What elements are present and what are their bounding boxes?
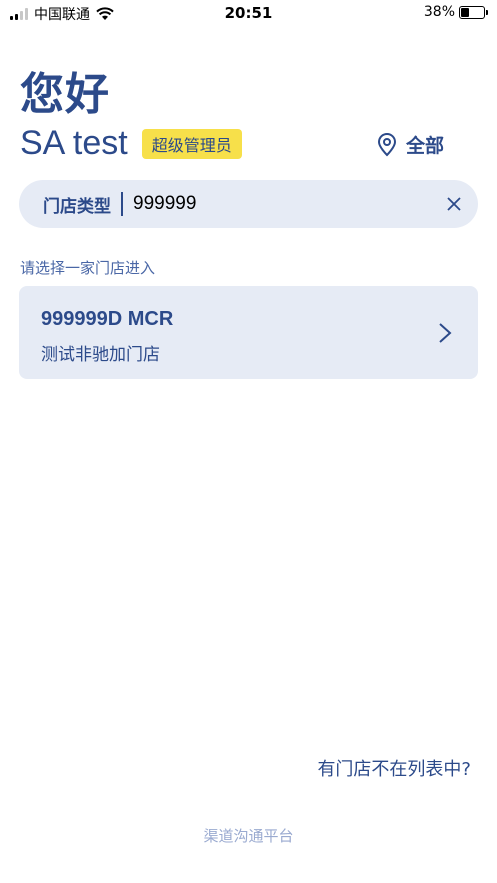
select-store-hint: 请选择一家门店进入 [20, 259, 156, 277]
battery-fill [461, 7, 469, 17]
battery-percent: 38% [423, 4, 455, 20]
status-right: 38% [423, 4, 488, 20]
search-type-label[interactable]: 门店类型 [43, 192, 111, 217]
search-input[interactable] [133, 193, 444, 215]
store-name: 测试非驰加门店 [41, 345, 160, 365]
battery-icon [459, 5, 488, 19]
chevron-right-icon [439, 323, 452, 343]
search-divider [121, 192, 123, 216]
role-badge: 超级管理员 [141, 128, 242, 159]
clock: 20:51 [224, 4, 273, 22]
footer-text: 渠道沟通平台 [203, 827, 294, 845]
missing-store-link[interactable]: 有门店不在列表中? [317, 755, 471, 781]
greeting-title: 您好 [20, 69, 110, 120]
region-label: 全部 [406, 135, 445, 157]
status-bar: 中国联通 20:51 38% [0, 0, 497, 26]
username: SA test [20, 124, 128, 162]
store-search-bar[interactable]: 门店类型 [19, 180, 478, 228]
store-code: 999999D MCR [41, 308, 174, 330]
clear-icon[interactable] [444, 194, 464, 214]
region-selector[interactable]: 全部 [376, 131, 444, 158]
location-pin-icon [377, 132, 397, 156]
store-list-item[interactable]: 999999D MCR 测试非驰加门店 [19, 286, 478, 379]
user-info: SA test 超级管理员 [20, 124, 242, 163]
